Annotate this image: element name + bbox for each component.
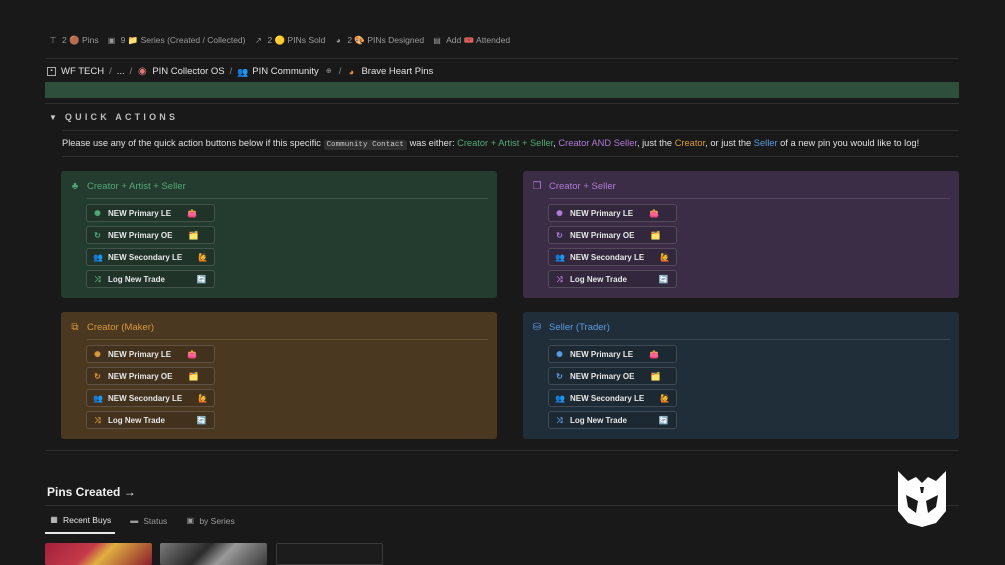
people-icon: 👥 (237, 66, 249, 77)
divider (45, 58, 959, 59)
table-icon: ▦ (50, 515, 58, 524)
breadcrumb-brave-heart-pins[interactable]: ◕ Brave Heart Pins (346, 66, 434, 77)
log-new-trade-button[interactable]: ⤨ Log New Trade 🔄 (548, 270, 678, 288)
stat-series[interactable]: ▣ 9 📁 Series (Created / Collected) (107, 35, 246, 46)
callout-banner (45, 82, 959, 98)
breadcrumb-wf-tech[interactable]: ▪ WF TECH (47, 66, 104, 77)
new-secondary-le-button[interactable]: 👥 NEW Secondary LE 🙋 (86, 248, 216, 266)
breadcrumb: ▪ WF TECH / ... / ◉ PIN Collector OS / 👥 PI… (47, 66, 433, 77)
refresh-icon: ↻ (556, 230, 563, 240)
sun-icon: ✺ (94, 349, 101, 359)
pin-card-thumbnail[interactable] (276, 543, 383, 565)
quick-actions-toggle[interactable]: ▼ QUICK ACTIONS (49, 112, 178, 122)
tab-by-series[interactable]: ▣ by Series (181, 515, 238, 534)
shuffle-icon: ⤨ (556, 415, 563, 425)
palette-icon: ◕ (335, 35, 341, 45)
new-secondary-le-button[interactable]: 👥 NEW Secondary LE 🙋 (548, 389, 678, 407)
new-primary-le-button[interactable]: ✺ NEW Primary LE 👛 (548, 345, 678, 363)
stats-bar: ⊤ 2 🟤 Pins ▣ 9 📁 Series (Created / Collect… (48, 35, 511, 46)
divider (45, 103, 959, 104)
people-icon: 👥 (93, 393, 103, 403)
arrow-out-icon: ↗ (255, 35, 262, 45)
folder-icon: ▣ (107, 35, 116, 45)
log-new-trade-button[interactable]: ⤨ Log New Trade 🔄 (86, 411, 216, 429)
tab-status[interactable]: ▬ Status (125, 515, 171, 534)
new-secondary-le-button[interactable]: 👥 NEW Secondary LE 🙋 (548, 248, 678, 266)
shapes-icon: ♣ (71, 180, 79, 192)
tab-recent-buys[interactable]: ▦ Recent Buys (45, 515, 116, 534)
breadcrumb-ellipsis[interactable]: ... (117, 66, 125, 77)
new-primary-oe-button[interactable]: ↻ NEW Primary OE 🗂️ (548, 367, 678, 385)
new-primary-le-button[interactable]: ✺ NEW Primary LE 👛 (86, 204, 216, 222)
pin-card-thumbnail[interactable] (160, 543, 267, 565)
pin-os-icon: ◉ (137, 65, 147, 77)
log-new-trade-button[interactable]: ⤨ Log New Trade 🔄 (86, 270, 216, 288)
pin-card-thumbnail[interactable] (45, 543, 152, 565)
pins-created-link[interactable]: Pins Created → (47, 485, 136, 499)
new-primary-le-button[interactable]: ✺ NEW Primary LE 👛 (548, 204, 678, 222)
divider (45, 505, 959, 506)
new-secondary-le-button[interactable]: 👥 NEW Secondary LE 🙋 (86, 389, 216, 407)
new-primary-oe-button[interactable]: ↻ NEW Primary OE 🗂️ (86, 367, 216, 385)
stack-icon: ⛁ (532, 321, 542, 333)
stat-pins-sold[interactable]: ↗ 2 🟡 PINs Sold (254, 35, 325, 46)
page-icon: ▪ (47, 67, 56, 76)
sun-icon: ✺ (556, 208, 563, 218)
inline-code: Community Contact (323, 140, 407, 150)
card-creator-seller: ❐ Creator + Seller ✺ NEW Primary LE 👛 ↻ NEW … (523, 171, 959, 298)
gallery-icon: ▣ (186, 516, 195, 525)
card-creator-maker: ⧉ Creator (Maker) ✺ NEW Primary LE 👛 ↻ NEW P… (61, 312, 497, 439)
triangle-down-icon: ▼ (49, 112, 57, 122)
stat-pins[interactable]: ⊤ 2 🟤 Pins (48, 35, 99, 46)
new-primary-le-button[interactable]: ✺ NEW Primary LE 👛 (86, 345, 216, 363)
breadcrumb-pin-community[interactable]: 👥 PIN Community ⊕ (237, 66, 334, 77)
brave-heart-icon: ◕ (348, 66, 355, 77)
brave-heart-logo (898, 471, 946, 527)
refresh-icon: ↻ (94, 371, 101, 381)
refresh-icon: ↻ (94, 230, 101, 240)
shuffle-icon: ⤨ (94, 274, 101, 284)
layers-icon: ❐ (532, 180, 542, 192)
people-icon: 👥 (555, 393, 565, 403)
new-primary-oe-button[interactable]: ↻ NEW Primary OE 🗂️ (86, 226, 216, 244)
shuffle-icon: ⤨ (94, 415, 101, 425)
breadcrumb-pin-collector-os[interactable]: ◉ PIN Collector OS (137, 65, 225, 77)
pin-icon: ⊤ (49, 35, 57, 45)
refresh-icon: ↻ (556, 371, 563, 381)
flow-icon: ⧉ (71, 321, 79, 333)
shuffle-icon: ⤨ (556, 274, 563, 284)
globe-icon: ⊕ (325, 67, 332, 75)
log-new-trade-button[interactable]: ⤨ Log New Trade 🔄 (548, 411, 678, 429)
divider (62, 130, 959, 131)
divider (62, 156, 959, 157)
view-tabs: ▦ Recent Buys ▬ Status ▣ by Series (45, 515, 239, 534)
stat-attended[interactable]: ▤ Add 🎟️ Attended (432, 35, 510, 46)
card-creator-artist-seller: ♣ Creator + Artist + Seller ✺ NEW Primary … (61, 171, 497, 298)
new-primary-oe-button[interactable]: ↻ NEW Primary OE 🗂️ (548, 226, 678, 244)
instructions-text: Please use any of the quick action butto… (62, 138, 920, 150)
divider (45, 450, 959, 451)
people-icon: 👥 (555, 252, 565, 262)
people-icon: 👥 (93, 252, 103, 262)
sun-icon: ✺ (94, 208, 101, 218)
folder-icon: ▬ (130, 516, 139, 525)
card-seller-trader: ⛁ Seller (Trader) ✺ NEW Primary LE 👛 ↻ NEW P… (523, 312, 959, 439)
stat-pins-designed[interactable]: ◕ 2 🎨 PINs Designed (333, 35, 424, 46)
calendar-icon: ▤ (433, 35, 441, 45)
sun-icon: ✺ (556, 349, 563, 359)
